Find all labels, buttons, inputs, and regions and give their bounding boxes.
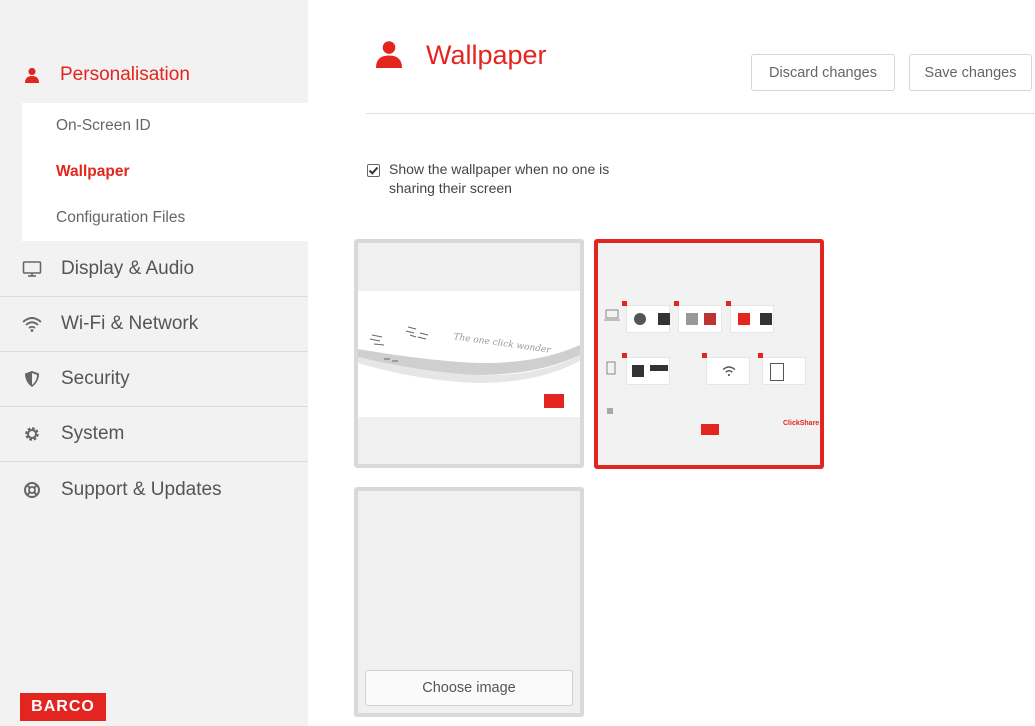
wifi-icon [722,366,736,377]
phone-icon [606,361,616,375]
sidebar-item-personalisation[interactable]: Personalisation [0,50,308,100]
sidebar: Personalisation On-Screen ID Wallpaper C… [0,0,308,726]
small-device-icon [607,408,613,414]
header-divider [366,113,1035,114]
step-marker [726,301,731,306]
phone-graphic [770,363,784,381]
custom-wallpaper-slot: Choose image [354,487,584,717]
logo-text: BARCO [31,698,95,715]
step-marker [622,353,627,358]
sidebar-subitem-wallpaper[interactable]: Wallpaper [56,163,130,181]
step-tile [762,357,806,385]
step-marker [702,353,707,358]
laptop-icon [604,309,620,321]
barco-mini-logo [544,394,564,408]
wallpaper-preview-1: The one click wonder [358,291,580,417]
qr-graphic [658,313,670,325]
wallpaper-option-1[interactable]: The one click wonder [354,239,584,468]
lifebuoy-icon [22,481,42,499]
step-marker [758,353,763,358]
page-title: Wallpaper [426,40,547,70]
button-graphic [634,313,646,325]
store-badge [650,365,668,371]
person-icon [24,67,40,83]
gear-icon [22,425,42,443]
sidebar-item-wifi-network[interactable]: Wi-Fi & Network [0,297,308,352]
wifi-icon [22,315,42,333]
barco-logo: BARCO [20,693,106,721]
sidebar-item-label: System [61,423,125,444]
barco-mini-logo [701,424,719,435]
sidebar-item-security[interactable]: Security [0,352,308,407]
button-graphic [738,313,750,325]
choose-image-button[interactable]: Choose image [365,670,573,706]
wallpaper-option-2-selected[interactable]: ClickShare [594,239,824,469]
sidebar-item-label: Wi-Fi & Network [61,313,199,334]
sidebar-item-system[interactable]: System [0,407,308,462]
wallpaper-preview-2: ClickShare [598,261,820,451]
sidebar-section-label: Personalisation [60,64,190,85]
device-graphic [686,313,698,325]
sidebar-subitem-configuration-files[interactable]: Configuration Files [56,209,185,227]
clickshare-brand-text: ClickShare [783,420,820,427]
sidebar-item-label: Display & Audio [61,258,195,279]
sidebar-item-label: Security [61,368,130,389]
qr-graphic [760,313,772,325]
checkmark-icon [368,166,379,175]
step-marker [674,301,679,306]
qr-graphic [632,365,644,377]
monitor-icon [22,260,42,278]
personalisation-submenu: On-Screen ID Wallpaper Configuration Fil… [22,103,308,241]
sidebar-item-support-updates[interactable]: Support & Updates [0,462,308,517]
show-wallpaper-checkbox[interactable] [367,164,380,177]
show-wallpaper-label: Show the wallpaper when no one is sharin… [389,161,610,196]
sidebar-item-label: Support & Updates [61,478,222,500]
shield-icon [22,370,42,388]
device-graphic [704,313,716,325]
step-marker [622,301,627,306]
person-icon [375,40,403,68]
sidebar-item-display-audio[interactable]: Display & Audio [0,242,308,297]
sidebar-subitem-on-screen-id[interactable]: On-Screen ID [56,117,151,135]
save-changes-button[interactable]: Save changes [909,54,1032,91]
discard-changes-button[interactable]: Discard changes [751,54,895,91]
